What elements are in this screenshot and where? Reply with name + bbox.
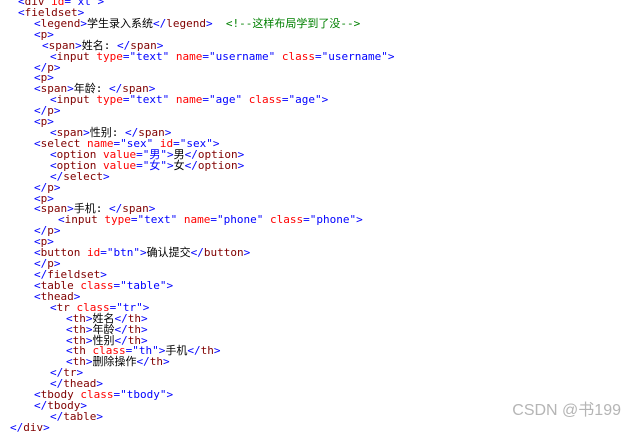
code-line: <input type="text" name="age" class="age… <box>50 93 329 107</box>
code-line: </div> <box>10 420 50 434</box>
code-view: <div id="xt"> <fieldset> <legend>学生录入系统</l… <box>0 0 637 434</box>
code-line: <button id="btn">确认提交</button> <box>34 246 251 260</box>
code-line: <input type="text" name="username" class… <box>50 49 395 63</box>
code-line: </table> <box>50 409 103 423</box>
code-line: <legend>学生录入系统</legend> <!--这样布局学到了没--> <box>34 16 361 30</box>
code-line: <input type="text" name="phone" class="p… <box>58 213 363 227</box>
csdn-watermark: CSDN @书199 <box>512 402 621 419</box>
